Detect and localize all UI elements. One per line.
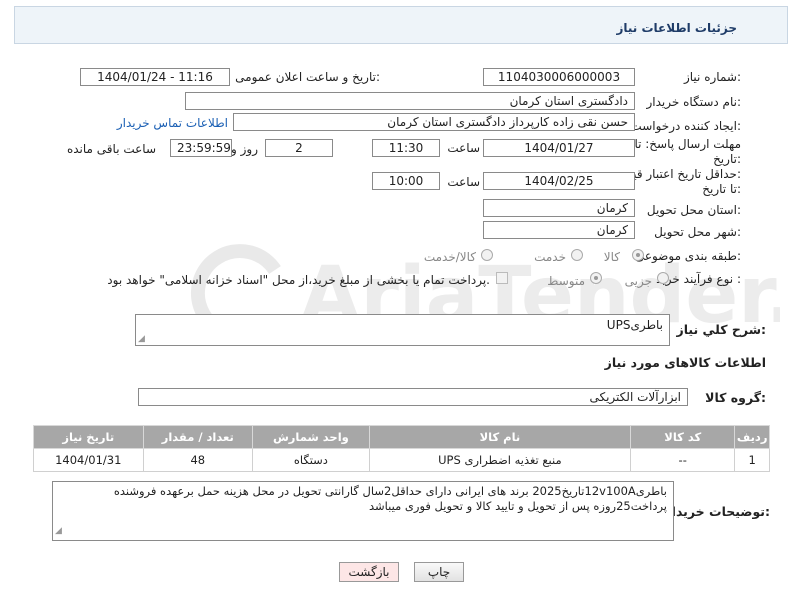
panel-title: جزئیات اطلاعات نیاز bbox=[616, 21, 737, 35]
cell-date: 1404/01/31 bbox=[33, 448, 144, 472]
deadline-time-label: ساعت bbox=[447, 141, 480, 155]
province-label: استان محل تحویل: bbox=[646, 203, 741, 217]
category-option-goods: کالا bbox=[603, 250, 620, 264]
col-code-header: کد کالا bbox=[630, 425, 736, 449]
buyer-notes-label: توضیحات خریدار: bbox=[664, 504, 770, 519]
cell-row: 1 bbox=[734, 448, 770, 472]
back-button[interactable]: بازگشت bbox=[339, 562, 399, 582]
goods-group-field: ابزارآلات الکتریکی bbox=[138, 388, 688, 406]
announce-label: تاریخ و ساعت اعلان عمومی: bbox=[235, 70, 380, 84]
buyer-contact-link[interactable]: اطلاعات تماس خریدار bbox=[117, 116, 228, 130]
province-field: کرمان bbox=[483, 199, 635, 217]
summary-label: شرح کلي نياز: bbox=[676, 322, 767, 337]
col-row-header: ردیف bbox=[734, 425, 770, 449]
cell-code: -- bbox=[630, 448, 736, 472]
buyer-org-field: دادگستری استان کرمان bbox=[185, 92, 635, 110]
cell-unit: دستگاه bbox=[252, 448, 370, 472]
print-button[interactable]: چاپ bbox=[414, 562, 464, 582]
deadline-time-field: 11:30 bbox=[372, 139, 440, 157]
category-radio-service[interactable] bbox=[571, 249, 583, 261]
resize-grip-icon[interactable]: ◢ bbox=[138, 334, 145, 344]
creator-field: حسن نقی زاده کارپرداز دادگستری استان کرم… bbox=[233, 113, 635, 131]
process-option-minor: جزیی bbox=[624, 274, 652, 288]
panel-header: جزئیات اطلاعات نیاز bbox=[14, 6, 788, 44]
process-radio-medium[interactable] bbox=[590, 272, 602, 284]
treasury-payment-note: پرداخت تمام یا بخشی از مبلغ خرید،از محل … bbox=[107, 273, 490, 287]
col-qty-header: تعداد / مقدار bbox=[142, 425, 254, 449]
category-radio-both[interactable] bbox=[481, 249, 493, 261]
deadline-date-field: 1404/01/27 bbox=[483, 139, 635, 157]
days-label: روز و bbox=[231, 142, 258, 156]
need-number-field: 1104030006000003 bbox=[483, 68, 635, 86]
category-label: طبقه بندی موضوعی: bbox=[634, 249, 741, 263]
table-row[interactable]: 1 -- منبع تغذیه اضطراری UPS دستگاه 48 14… bbox=[33, 448, 770, 472]
buyer-org-label: نام دستگاه خریدار: bbox=[646, 95, 742, 109]
need-number-label: شماره نیاز: bbox=[683, 70, 741, 84]
category-option-both: کالا/خدمت bbox=[423, 250, 476, 264]
category-radio-goods[interactable] bbox=[632, 249, 644, 261]
col-unit-header: واحد شمارش bbox=[252, 425, 370, 449]
treasury-payment-checkbox[interactable] bbox=[496, 272, 508, 284]
deadline-label-2: تاریخ: bbox=[713, 152, 741, 166]
validity-date-field: 1404/02/25 bbox=[483, 172, 635, 190]
goods-group-label: گروه کالا: bbox=[705, 390, 766, 405]
city-label: شهر محل تحویل: bbox=[654, 225, 741, 239]
category-option-service: خدمت bbox=[534, 250, 566, 264]
cell-name: منبع تغذیه اضطراری UPS bbox=[368, 448, 632, 472]
deadline-label: مهلت ارسال پاسخ: تا bbox=[634, 137, 741, 151]
summary-text: باطریUPS bbox=[606, 318, 663, 332]
validity-label-2: تا تاریخ: bbox=[702, 182, 741, 196]
city-field: کرمان bbox=[483, 221, 635, 239]
creator-label: ایجاد کننده درخواست: bbox=[630, 119, 741, 133]
buyer-notes-line-1: باطری12v100Aتاریخ2025 برند های ایرانی دا… bbox=[113, 484, 667, 498]
announce-date-field: 1404/01/24 - 11:16 bbox=[80, 68, 230, 86]
col-name-header: نام کالا bbox=[368, 425, 632, 449]
goods-table: ردیف کد کالا نام کالا واحد شمارش تعداد /… bbox=[33, 425, 770, 472]
remaining-time-field: 23:59:59 bbox=[170, 139, 232, 157]
validity-time-field: 10:00 bbox=[372, 172, 440, 190]
remaining-time-label: ساعت باقی مانده bbox=[66, 142, 156, 156]
process-radio-minor[interactable] bbox=[657, 272, 669, 284]
cell-qty: 48 bbox=[142, 448, 254, 472]
validity-time-label: ساعت bbox=[447, 175, 480, 189]
table-header-row: ردیف کد کالا نام کالا واحد شمارش تعداد /… bbox=[33, 425, 770, 449]
col-date-header: تاریخ نیاز bbox=[33, 425, 144, 449]
buyer-notes-textarea[interactable]: باطری12v100Aتاریخ2025 برند های ایرانی دا… bbox=[52, 481, 674, 541]
summary-textarea[interactable]: باطریUPS ◢ bbox=[135, 314, 670, 346]
process-option-medium: متوسط bbox=[547, 274, 585, 288]
resize-grip-icon[interactable]: ◢ bbox=[55, 524, 62, 539]
days-remaining-field: 2 bbox=[265, 139, 333, 157]
buyer-notes-line-2: پرداخت25روزه پس از تحویل و تایید کالا و … bbox=[368, 499, 667, 513]
goods-section-title: اطلاعات کالاهای مورد نیاز bbox=[604, 355, 766, 370]
